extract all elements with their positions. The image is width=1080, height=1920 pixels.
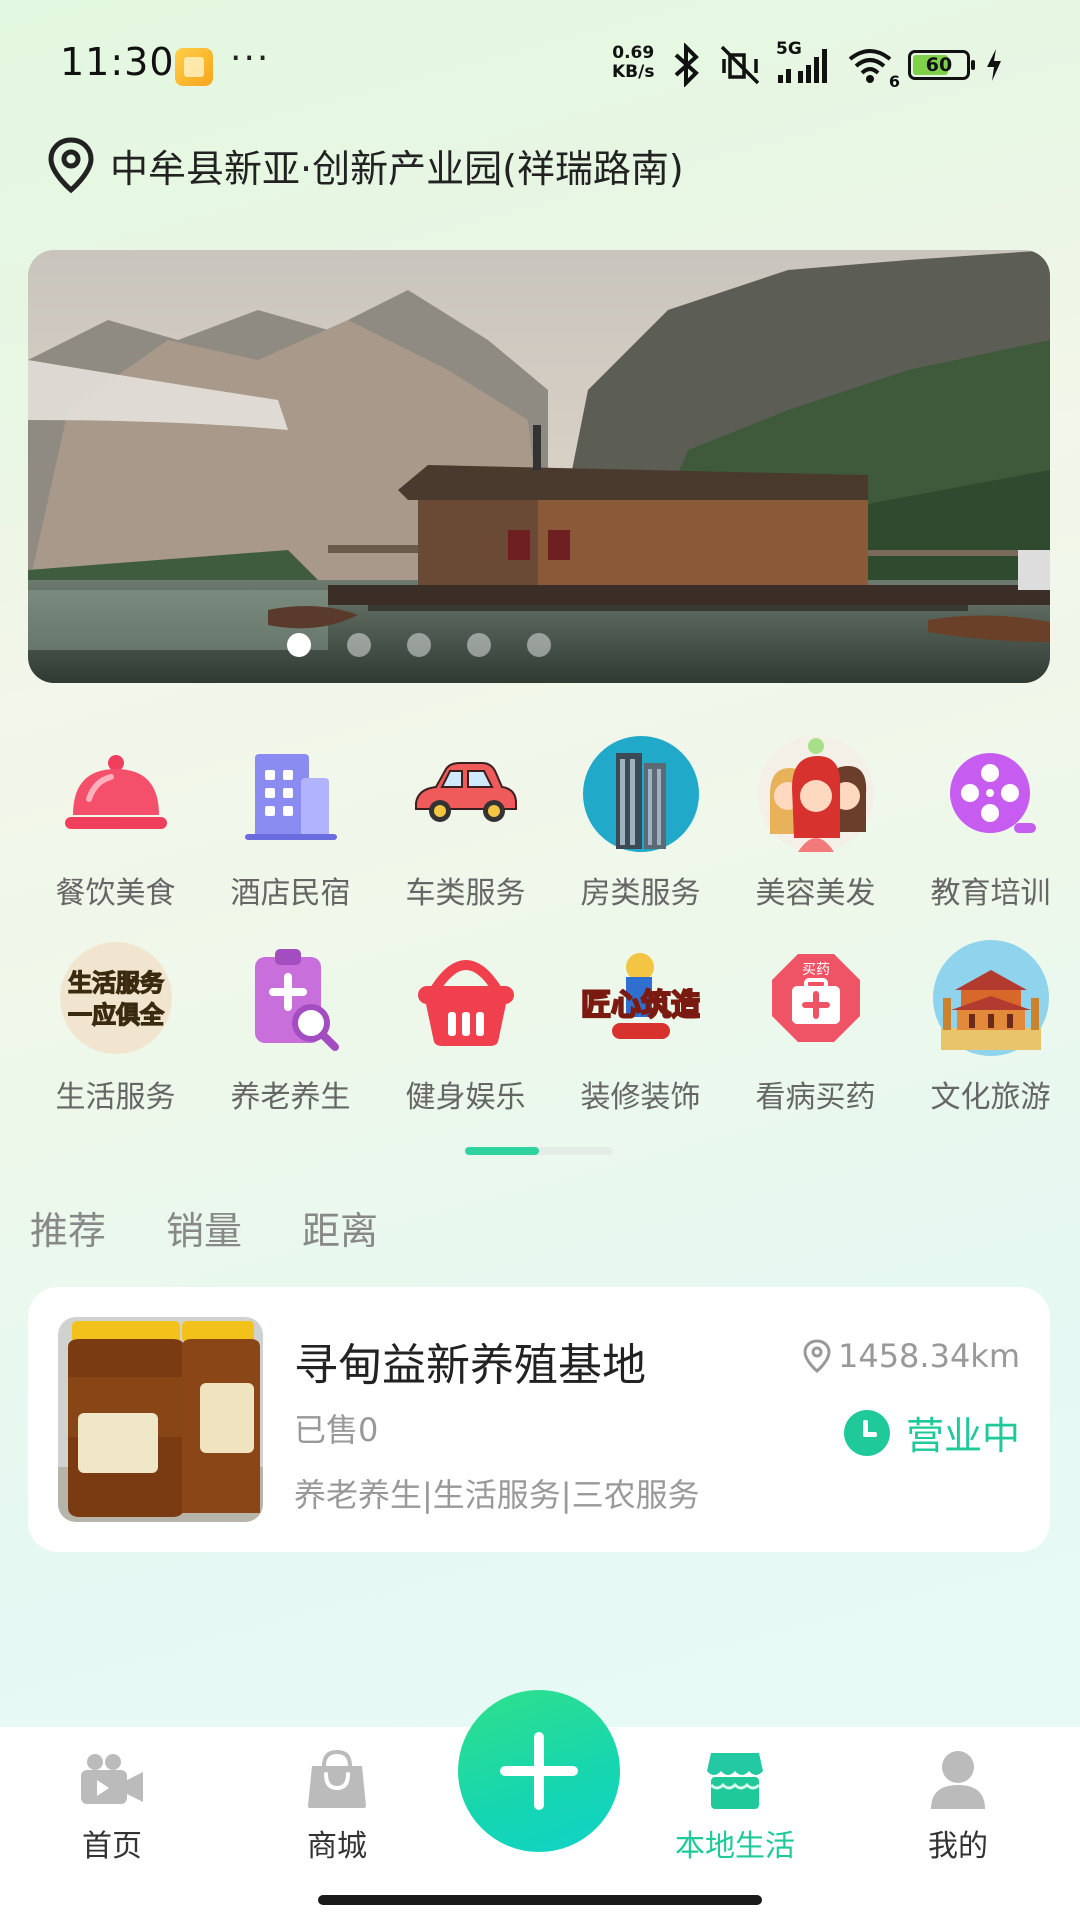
svg-text:匠心筑造: 匠心筑造 (582, 988, 700, 1023)
car-icon (406, 734, 526, 854)
banner-dot[interactable] (527, 633, 551, 657)
banner-dot[interactable] (467, 633, 491, 657)
category-beauty[interactable]: 美容美发 (728, 734, 903, 912)
notes-app-icon (175, 48, 213, 86)
category-row-2: 生活服务 一应俱全 生活服务 养老养生 健身娱乐 匠心筑造 装修装饰 买药 看病… (0, 938, 1080, 1116)
network-speed: 0.69 KB/s (612, 43, 655, 82)
category-elderly-care[interactable]: 养老养生 (203, 938, 378, 1116)
nav-home[interactable]: 首页 (42, 1745, 182, 1865)
category-medicine[interactable]: 买药 看病买药 (728, 938, 903, 1116)
shop-open-status: 营业中 (843, 1405, 1020, 1460)
skyscraper-icon (581, 734, 701, 854)
building-icon (231, 734, 351, 854)
banner-dot[interactable] (287, 633, 311, 657)
nav-local-life[interactable]: 本地生活 (665, 1745, 805, 1865)
svg-text:买药: 买药 (802, 962, 830, 978)
category-renovation[interactable]: 匠心筑造 装修装饰 (553, 938, 728, 1116)
category-housing[interactable]: 房类服务 (553, 734, 728, 912)
status-bar: 11:30 ··· 0.69 KB/s 5G 6 60 (0, 0, 1080, 130)
cloche-icon (56, 734, 176, 854)
category-hotel[interactable]: 酒店民宿 (203, 734, 378, 912)
category-page-indicator (465, 1147, 613, 1155)
basket-icon (406, 938, 526, 1058)
category-row-1: 餐饮美食 酒店民宿 车类服务 房类服务 美容美发 教育培训 (0, 734, 1080, 912)
shop-thumbnail (58, 1317, 263, 1522)
shop-tags: 养老养生|生活服务|三农服务 (294, 1476, 700, 1514)
location-text: 中牟县新亚·创新产业园(祥瑞路南) (110, 146, 684, 191)
category-dining[interactable]: 餐饮美食 (28, 734, 203, 912)
sort-tab-distance[interactable]: 距离 (302, 1200, 378, 1255)
medicine-box-icon: 买药 (756, 938, 876, 1058)
sort-tab-recommended[interactable]: 推荐 (30, 1200, 106, 1255)
svg-text:生活服务: 生活服务 (68, 969, 165, 997)
shop-sold-count: 已售0 (294, 1411, 379, 1449)
publish-button[interactable] (458, 1690, 620, 1852)
user-icon (923, 1745, 993, 1815)
wifi-icon: 6 (846, 43, 900, 91)
sort-tab-sales[interactable]: 销量 (166, 1200, 242, 1255)
sort-tabs: 推荐 销量 距离 (30, 1200, 378, 1255)
nav-profile[interactable]: 我的 (888, 1745, 1028, 1865)
banner-carousel[interactable] (28, 250, 1050, 683)
more-notifications-icon: ··· (230, 38, 271, 79)
banner-dot[interactable] (407, 633, 431, 657)
location-pin-icon (803, 1339, 831, 1373)
video-camera-icon (77, 1745, 147, 1815)
home-indicator[interactable] (318, 1895, 762, 1905)
shopping-bag-icon (302, 1745, 372, 1815)
category-grid: 餐饮美食 酒店民宿 车类服务 房类服务 美容美发 教育培训 生活服务 一应俱全 … (0, 726, 1080, 1146)
category-fitness[interactable]: 健身娱乐 (378, 938, 553, 1116)
plus-icon (500, 1732, 578, 1810)
shop-name: 寻甸益新养殖基地 (294, 1340, 646, 1391)
banner-dot[interactable] (347, 633, 371, 657)
clipboard-plus-icon (231, 938, 351, 1058)
clock-icon (843, 1409, 890, 1456)
beauty-women-icon (756, 734, 876, 854)
film-reel-icon (931, 734, 1051, 854)
bluetooth-icon (674, 43, 699, 87)
system-icons: 5G 6 60 (670, 39, 1004, 91)
category-car-service[interactable]: 车类服务 (378, 734, 553, 912)
category-culture-travel[interactable]: 文化旅游 (903, 938, 1078, 1116)
nav-mall[interactable]: 商城 (267, 1745, 407, 1865)
renovation-icon: 匠心筑造 (581, 938, 701, 1058)
cellular-signal-icon: 5G (776, 39, 832, 87)
category-life-service[interactable]: 生活服务 一应俱全 生活服务 (28, 938, 203, 1116)
battery-icon: 60 (908, 50, 975, 80)
shop-card[interactable]: 寻甸益新养殖基地 已售0 养老养生|生活服务|三农服务 1458.34km 营业… (28, 1287, 1050, 1552)
mute-vibrate-icon (720, 45, 760, 85)
banner-pagination (28, 633, 1050, 657)
life-service-badge-icon: 生活服务 一应俱全 (56, 938, 176, 1058)
charging-icon (987, 49, 1001, 81)
temple-icon (931, 938, 1051, 1058)
storefront-icon (700, 1745, 770, 1815)
status-time: 11:30 (60, 40, 175, 84)
location-pin-icon (48, 137, 94, 194)
shop-distance: 1458.34km (802, 1337, 1020, 1375)
location-selector[interactable]: 中牟县新亚·创新产业园(祥瑞路南) (46, 135, 684, 195)
category-education[interactable]: 教育培训 (903, 734, 1078, 912)
svg-text:一应俱全: 一应俱全 (68, 1001, 165, 1029)
banner-image-lake-cabin (28, 250, 1050, 683)
